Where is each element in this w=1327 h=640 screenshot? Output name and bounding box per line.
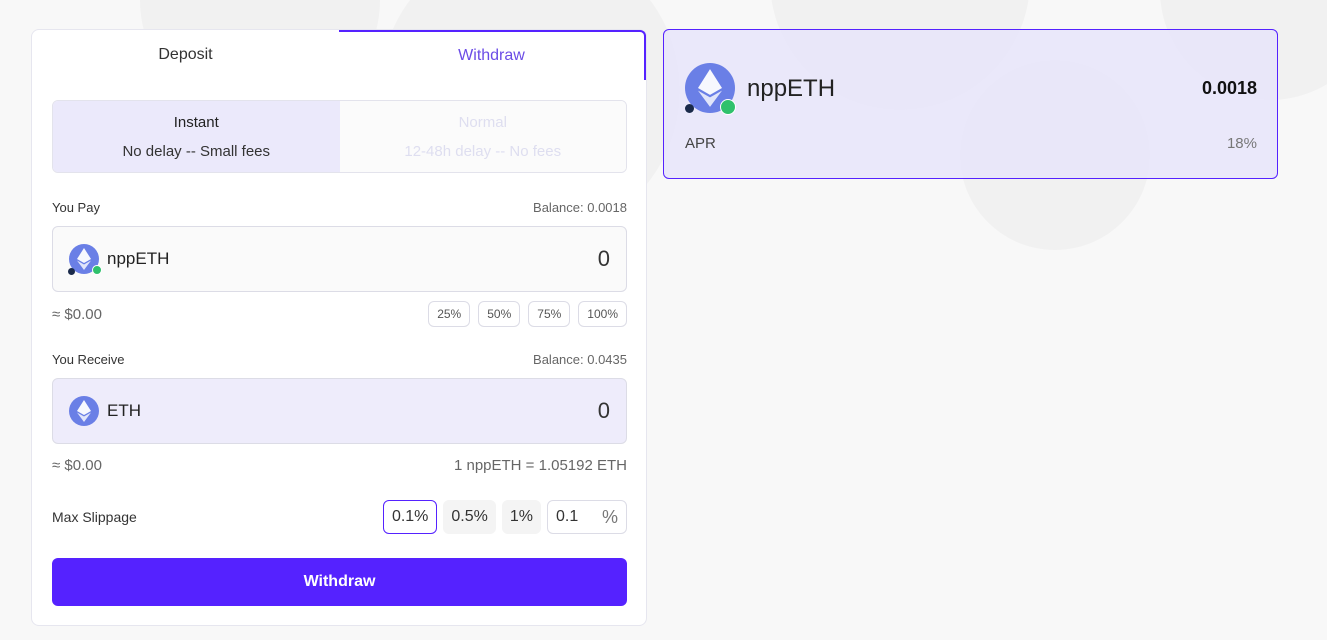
receive-label: You Receive [52, 352, 125, 367]
swap-card: Deposit Withdraw Instant No delay -- Sma… [31, 29, 647, 626]
slippage-row: Max Slippage 0.1% 0.5% 1% 0.1 % [52, 500, 627, 534]
mode-normal-subtitle: 12-48h delay -- No fees [404, 142, 562, 160]
receive-output-box[interactable]: ETH 0 [52, 378, 627, 444]
receive-label-row: You Receive Balance: 0.0435 [52, 352, 627, 367]
receive-token-name: ETH [107, 401, 141, 420]
nppeth-token-icon [68, 244, 102, 275]
eth-icon [77, 248, 91, 270]
token-info-card: nppETH 0.0018 APR 18% [663, 29, 1278, 179]
pay-sub-row: ≈ $0.00 25% 50% 75% 100% [52, 300, 627, 328]
receive-amount: 0 [597, 398, 610, 423]
slippage-option-0-1[interactable]: 0.1% [382, 500, 438, 534]
withdraw-button[interactable]: Withdraw [52, 558, 627, 606]
slippage-option-0-5[interactable]: 0.5% [443, 500, 496, 534]
mode-instant-subtitle: No delay -- Small fees [122, 142, 271, 160]
pay-amount-input[interactable]: 0 [598, 246, 610, 272]
pay-balance: Balance: 0.0018 [533, 200, 627, 215]
mode-instant-option[interactable]: Instant No delay -- Small fees [53, 101, 340, 172]
percent-75-button[interactable]: 75% [528, 301, 571, 327]
eth-icon [77, 400, 91, 422]
slippage-custom-value: 0.1 [556, 508, 579, 525]
tab-bar: Deposit Withdraw [32, 30, 646, 80]
status-dot [685, 104, 694, 113]
receive-balance: Balance: 0.0435 [533, 352, 627, 367]
eth-icon [698, 69, 722, 107]
mode-normal-title: Normal [458, 113, 507, 131]
receive-usd-value: ≈ $0.00 [52, 456, 102, 474]
pay-usd-value: ≈ $0.00 [52, 305, 102, 323]
tab-withdraw[interactable]: Withdraw [339, 30, 646, 80]
percent-buttons: 25% 50% 75% 100% [428, 301, 627, 327]
receive-sub-row: ≈ $0.00 1 nppETH = 1.05192 ETH [52, 455, 627, 475]
pay-token-name: nppETH [107, 249, 170, 268]
percent-50-button[interactable]: 50% [478, 301, 521, 327]
slippage-label: Max Slippage [52, 509, 137, 525]
slippage-custom-unit: % [601, 506, 618, 527]
shield-badge-icon [92, 265, 102, 275]
info-token-balance: 0.0018 [1201, 78, 1257, 98]
pay-input-box[interactable]: nppETH 0 [52, 226, 627, 292]
withdraw-mode-selector: Instant No delay -- Small fees Normal 12… [52, 100, 627, 173]
slippage-custom-input[interactable]: 0.1 % [547, 500, 627, 534]
shield-badge-icon [720, 99, 736, 115]
percent-100-button[interactable]: 100% [578, 301, 627, 327]
pay-label: You Pay [52, 200, 100, 215]
slippage-option-1[interactable]: 1% [501, 500, 541, 534]
info-token-name: nppETH [747, 75, 836, 102]
percent-25-button[interactable]: 25% [428, 301, 471, 327]
tab-deposit[interactable]: Deposit [32, 30, 339, 80]
nppeth-info-icon [685, 63, 736, 115]
slippage-options: 0.1% 0.5% 1% 0.1 % [382, 500, 627, 534]
mode-instant-title: Instant [173, 113, 219, 131]
apr-value: 18% [1226, 135, 1257, 152]
apr-label: APR [685, 135, 716, 152]
mode-normal-option[interactable]: Normal 12-48h delay -- No fees [339, 101, 626, 172]
eth-token-icon [69, 396, 99, 426]
pay-label-row: You Pay Balance: 0.0018 [52, 200, 627, 215]
status-dot [68, 268, 75, 275]
exchange-rate: 1 nppETH = 1.05192 ETH [453, 456, 627, 474]
